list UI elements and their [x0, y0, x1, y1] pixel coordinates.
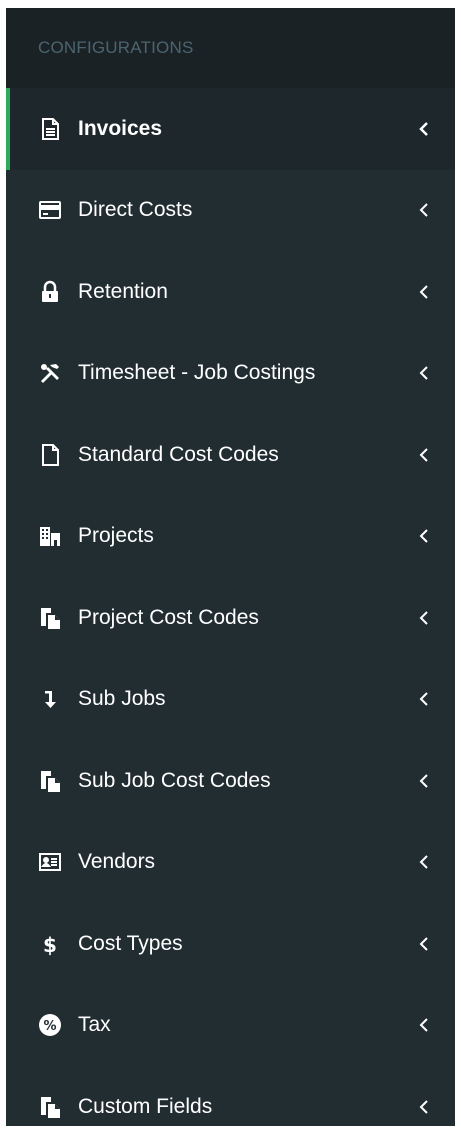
sidebar-item-sub-jobs[interactable]: Sub Jobs: [6, 659, 455, 741]
sidebar-item-label: Projects: [78, 524, 154, 548]
sidebar-item-projects[interactable]: Projects: [6, 496, 455, 578]
level-down-icon: [38, 687, 62, 711]
sidebar-item-label: Vendors: [78, 850, 156, 874]
sidebar-item-invoices[interactable]: Invoices: [6, 88, 455, 170]
chevron-left-icon: [417, 855, 431, 869]
sidebar-item-timesheet[interactable]: Timesheet - Job Costings: [6, 333, 455, 415]
chevron-left-icon: [417, 529, 431, 543]
svg-text:%: %: [43, 1019, 56, 1034]
file-icon: [38, 443, 62, 467]
sidebar-item-standard-cost-codes[interactable]: Standard Cost Codes: [6, 414, 455, 496]
file-text-icon: [38, 117, 62, 141]
sidebar-item-custom-fields[interactable]: Custom Fields: [6, 1066, 455, 1148]
chevron-left-icon: [417, 1100, 431, 1114]
sidebar-header: CONFIGURATIONS: [6, 8, 455, 88]
sidebar-item-label: Retention: [78, 279, 168, 303]
sidebar-item-project-cost-codes[interactable]: Project Cost Codes: [6, 577, 455, 659]
chevron-left-icon: [417, 285, 431, 299]
chevron-left-icon: [417, 774, 431, 788]
sidebar-item-label: Invoices: [78, 116, 163, 140]
sidebar-item-label: Sub Jobs: [78, 687, 166, 711]
sidebar-item-label: Custom Fields: [78, 1094, 213, 1118]
sidebar-item-label: Project Cost Codes: [78, 605, 259, 629]
sidebar-item-label: Sub Job Cost Codes: [78, 768, 271, 792]
building-icon: [38, 524, 62, 548]
credit-card-icon: [38, 198, 62, 222]
tools-icon: [38, 361, 62, 385]
sidebar-item-label: Direct Costs: [78, 198, 193, 222]
copy-icon: [38, 769, 62, 793]
chevron-left-icon: [417, 692, 431, 706]
chevron-left-icon: [417, 1018, 431, 1032]
sidebar-item-label: Tax: [78, 1013, 111, 1037]
sidebar-item-label: Cost Types: [78, 931, 183, 955]
copy-icon: [38, 1095, 62, 1119]
chevron-left-icon: [417, 366, 431, 380]
chevron-left-icon: [417, 448, 431, 462]
svg-text:$: $: [43, 933, 57, 956]
sidebar-item-tax[interactable]: % Tax: [6, 985, 455, 1067]
dollar-icon: $: [38, 932, 62, 956]
sidebar-item-label: Standard Cost Codes: [78, 442, 279, 466]
lock-icon: [38, 280, 62, 304]
chevron-left-icon: [417, 611, 431, 625]
sidebar-item-label: Timesheet - Job Costings: [78, 361, 316, 385]
chevron-left-icon: [417, 937, 431, 951]
address-card-icon: [38, 850, 62, 874]
sidebar-item-sub-job-cost-codes[interactable]: Sub Job Cost Codes: [6, 740, 455, 822]
percent-icon: %: [38, 1013, 62, 1037]
sidebar-item-retention[interactable]: Retention: [6, 251, 455, 333]
sidebar-item-vendors[interactable]: Vendors: [6, 822, 455, 904]
sidebar-item-cost-types[interactable]: $ Cost Types: [6, 903, 455, 985]
chevron-left-icon: [417, 121, 431, 136]
sidebar-menu: Invoices Direct Costs Retention Timeshee…: [6, 88, 455, 1148]
sidebar: CONFIGURATIONS Invoices Direct Costs Ret…: [6, 8, 455, 1126]
copy-icon: [38, 606, 62, 630]
sidebar-item-direct-costs[interactable]: Direct Costs: [6, 170, 455, 252]
chevron-left-icon: [417, 203, 431, 217]
